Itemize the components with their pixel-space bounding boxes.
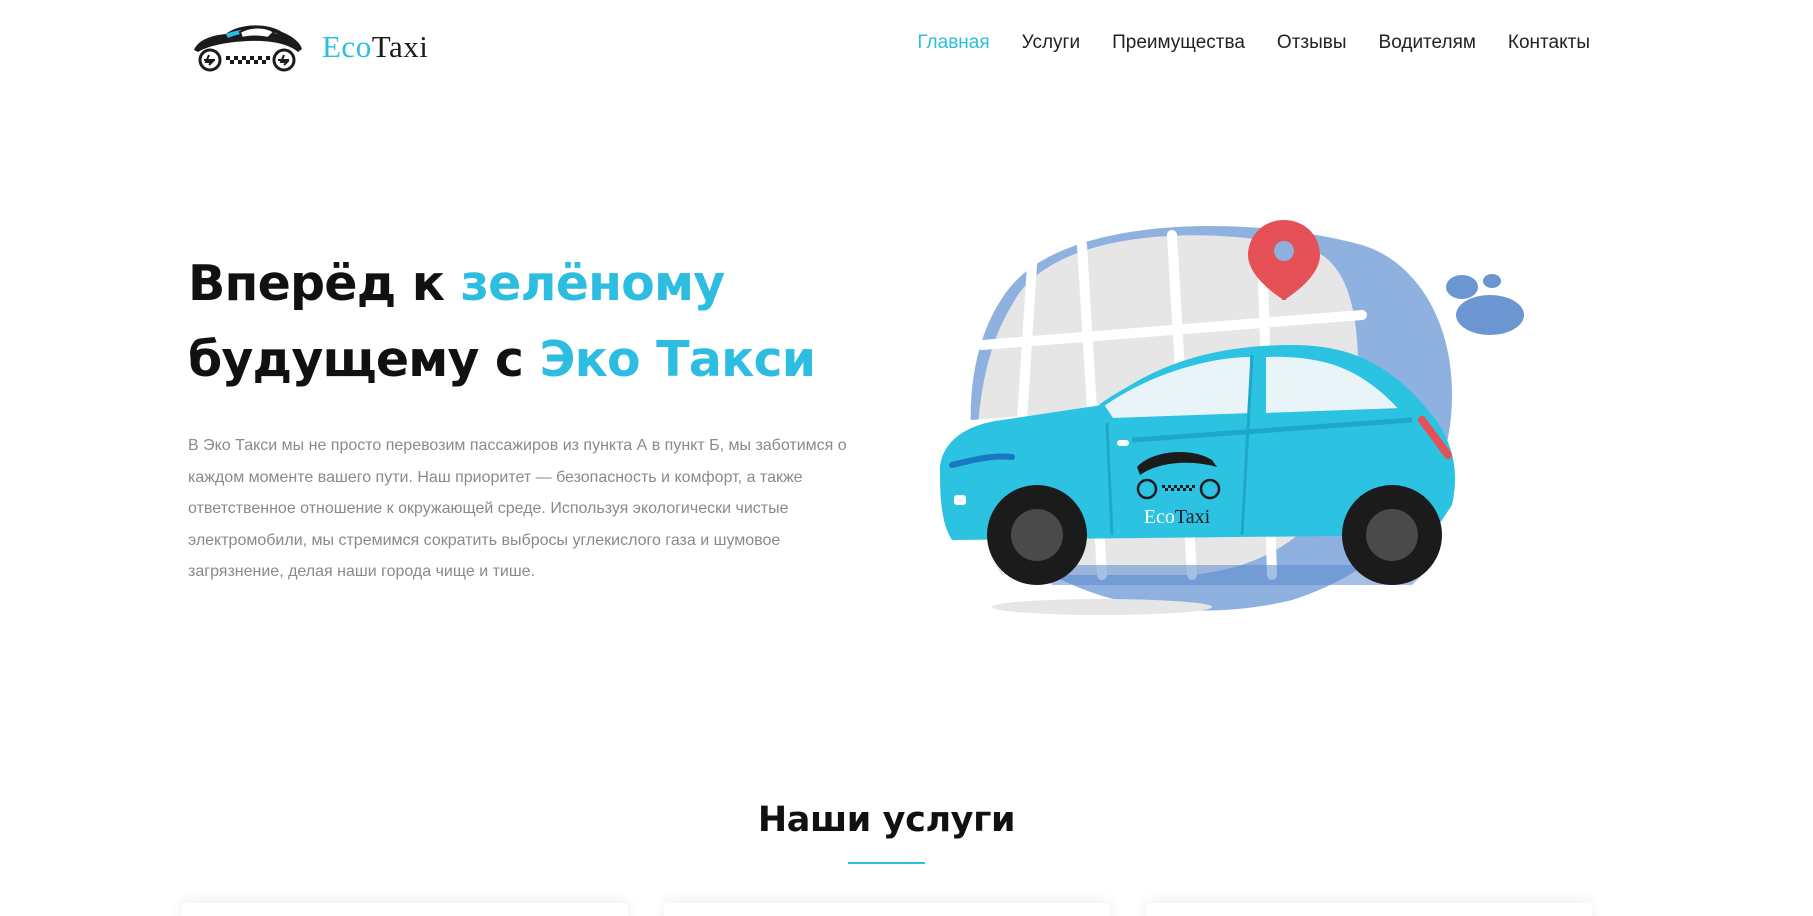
logo-wordmark: EcoTaxi [322, 29, 428, 65]
nav-item-contacts: Контакты [1508, 32, 1590, 54]
taxi-car-logo-icon [194, 25, 302, 72]
car-logo-taxi: Taxi [1175, 506, 1211, 528]
service-card[interactable] [182, 903, 628, 916]
nav-item-drivers: Водителям [1379, 32, 1476, 54]
page: EcoTaxi Главная Услуги Преимущества Отзы… [0, 0, 1813, 916]
decor-blob-medium [1446, 275, 1478, 299]
nav-item-home: Главная [917, 32, 989, 54]
nav-link-contacts[interactable]: Контакты [1508, 32, 1590, 53]
car-logo-eco: Eco [1144, 506, 1175, 528]
nav-link-reviews[interactable]: Отзывы [1277, 32, 1347, 53]
services-section-title: Наши услуги [757, 800, 1016, 840]
hero-illustration: EcoTaxi [939, 220, 1524, 615]
site-header: EcoTaxi Главная Услуги Преимущества Отзы… [0, 0, 1813, 92]
logo-link[interactable]: EcoTaxi [188, 18, 428, 76]
services-cards [182, 903, 1592, 916]
hero-title: Вперёд к зелёному будущему с Эко Такси [188, 246, 888, 398]
nav-link-home[interactable]: Главная [917, 32, 989, 53]
nav-link-services[interactable]: Услуги [1022, 32, 1080, 53]
service-card[interactable] [664, 903, 1110, 916]
car-shadow [992, 599, 1212, 615]
nav-item-advantages: Преимущества [1112, 32, 1245, 54]
hero-title-part1: Вперёд к [188, 255, 461, 312]
logo-eco-text: Eco [322, 29, 372, 64]
svg-text:EcoTaxi: EcoTaxi [1144, 506, 1211, 528]
hero-title-accent2: Эко Такси [539, 331, 816, 388]
nav-link-advantages[interactable]: Преимущества [1112, 32, 1245, 53]
decor-blob-large [1456, 295, 1524, 335]
service-card[interactable] [1146, 903, 1592, 916]
nav-link-drivers[interactable]: Водителям [1379, 32, 1476, 53]
hero-title-accent1: зелёному [460, 255, 726, 312]
hero-title-part2: будущему с [188, 331, 540, 388]
logo-taxi-text: Taxi [371, 29, 429, 64]
section-title-underline [848, 862, 925, 864]
nav-item-services: Услуги [1022, 32, 1080, 54]
hero-description: В Эко Такси мы не просто перевозим пасса… [188, 437, 847, 580]
nav-item-reviews: Отзывы [1277, 32, 1347, 54]
decor-blob-small [1483, 274, 1501, 288]
main-nav: Главная Услуги Преимущества Отзывы Водит… [917, 32, 1590, 54]
